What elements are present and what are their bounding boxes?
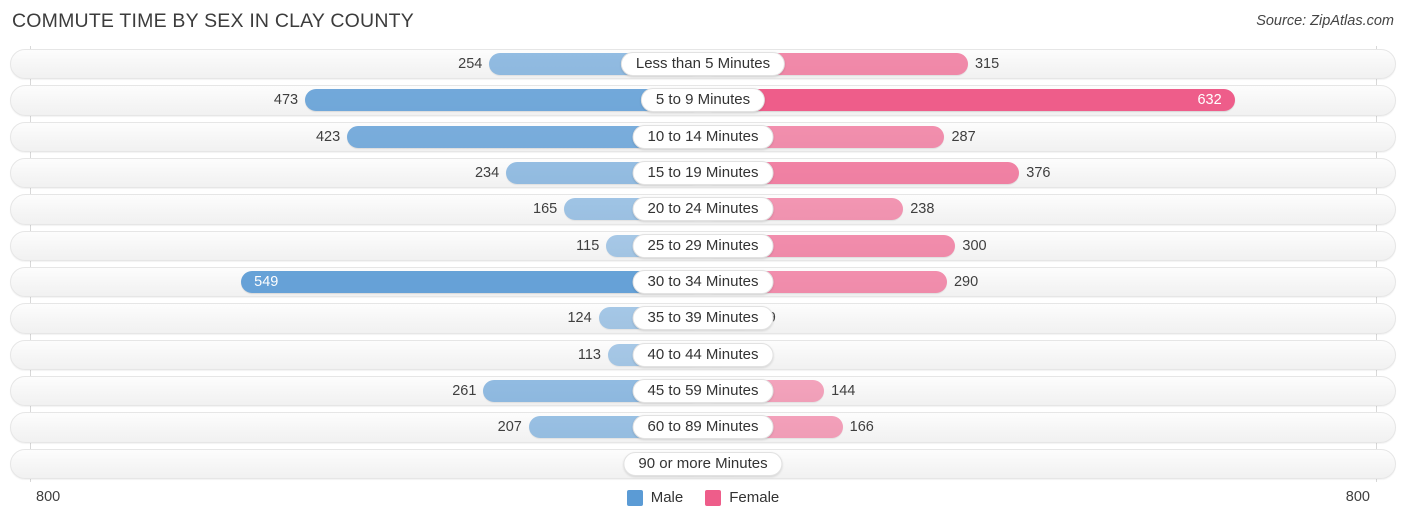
female-value-label: 144 [831,382,856,399]
legend-item-female[interactable]: Female [705,489,779,506]
male-value-label: 549 [254,273,279,290]
category-label: 20 to 24 Minutes [632,197,774,222]
source-attribution: Source: ZipAtlas.com [1256,13,1394,29]
bar-rows-container: 254 315 Less than 5 Minutes 473 632 5 to 9 Mi… [0,46,1406,482]
male-value-label: 261 [452,382,477,399]
female-value-label: 166 [849,419,874,436]
female-bar-group: 632 [703,82,1235,118]
bar-row: 473 632 5 to 9 Minutes [0,82,1406,118]
bar-row: 414890 or more Minutes [0,446,1406,482]
category-label: 40 to 44 Minutes [632,342,774,367]
legend-item-male[interactable]: Male [626,489,684,506]
legend-swatch-male [626,489,643,506]
bar-row: 165 238 20 to 24 Minutes [0,191,1406,227]
legend-label: Male [650,489,684,506]
male-value-label: 113 [577,346,601,363]
male-value-label: 207 [497,419,522,436]
female-bar[interactable]: 632 [703,89,1235,112]
category-label: Less than 5 Minutes [620,52,786,77]
category-label: 60 to 89 Minutes [632,415,774,440]
male-value-label: 115 [576,237,600,254]
female-value-label: 238 [910,201,935,218]
category-label: 25 to 29 Minutes [632,233,774,258]
female-value-label: 287 [951,128,976,145]
male-value-label: 254 [458,55,483,72]
legend-swatch-female [705,489,722,506]
chart-header: COMMUTE TIME BY SEX IN CLAY COUNTY Sourc… [0,0,1406,46]
male-value-label: 423 [315,128,341,145]
chart-plot-area: 254 315 Less than 5 Minutes 473 632 5 to 9 Mi… [0,46,1406,482]
chart-footer: 800 800 Male Female [0,482,1406,523]
page-title: COMMUTE TIME BY SEX IN CLAY COUNTY [12,10,414,32]
bar-row: 254 315 Less than 5 Minutes [0,46,1406,82]
bar-row: 207 166 60 to 89 Minutes [0,409,1406,445]
bar-row: 1133340 to 44 Minutes [0,337,1406,373]
bar-row: 261 144 45 to 59 Minutes [0,373,1406,409]
female-value-label: 632 [1197,92,1222,109]
category-label: 30 to 34 Minutes [632,270,774,295]
male-bar-group: 473 [274,82,703,118]
female-value-label: 290 [953,273,979,290]
category-label: 45 to 59 Minutes [632,379,774,404]
female-value-label: 315 [974,55,1000,72]
bar-row: 1245935 to 39 Minutes [0,300,1406,336]
male-value-label: 473 [273,92,299,109]
bar-row: 115 300 25 to 29 Minutes [0,228,1406,264]
category-label: 90 or more Minutes [623,451,783,476]
legend-label: Female [729,489,780,506]
bar-row: 549 290 30 to 34 Minutes [0,264,1406,300]
female-value-label: 300 [962,237,987,254]
bar-row: 423 287 10 to 14 Minutes [0,119,1406,155]
female-value-label: 376 [1026,164,1051,181]
category-label: 10 to 14 Minutes [632,124,774,149]
male-value-label: 165 [533,201,558,218]
category-label: 15 to 19 Minutes [632,161,774,186]
bar-row: 234 376 15 to 19 Minutes [0,155,1406,191]
category-label: 5 to 9 Minutes [640,88,766,113]
category-label: 35 to 39 Minutes [632,306,774,331]
male-value-label: 124 [567,310,592,327]
male-value-label: 234 [474,164,500,181]
chart-legend: Male Female [0,489,1406,506]
